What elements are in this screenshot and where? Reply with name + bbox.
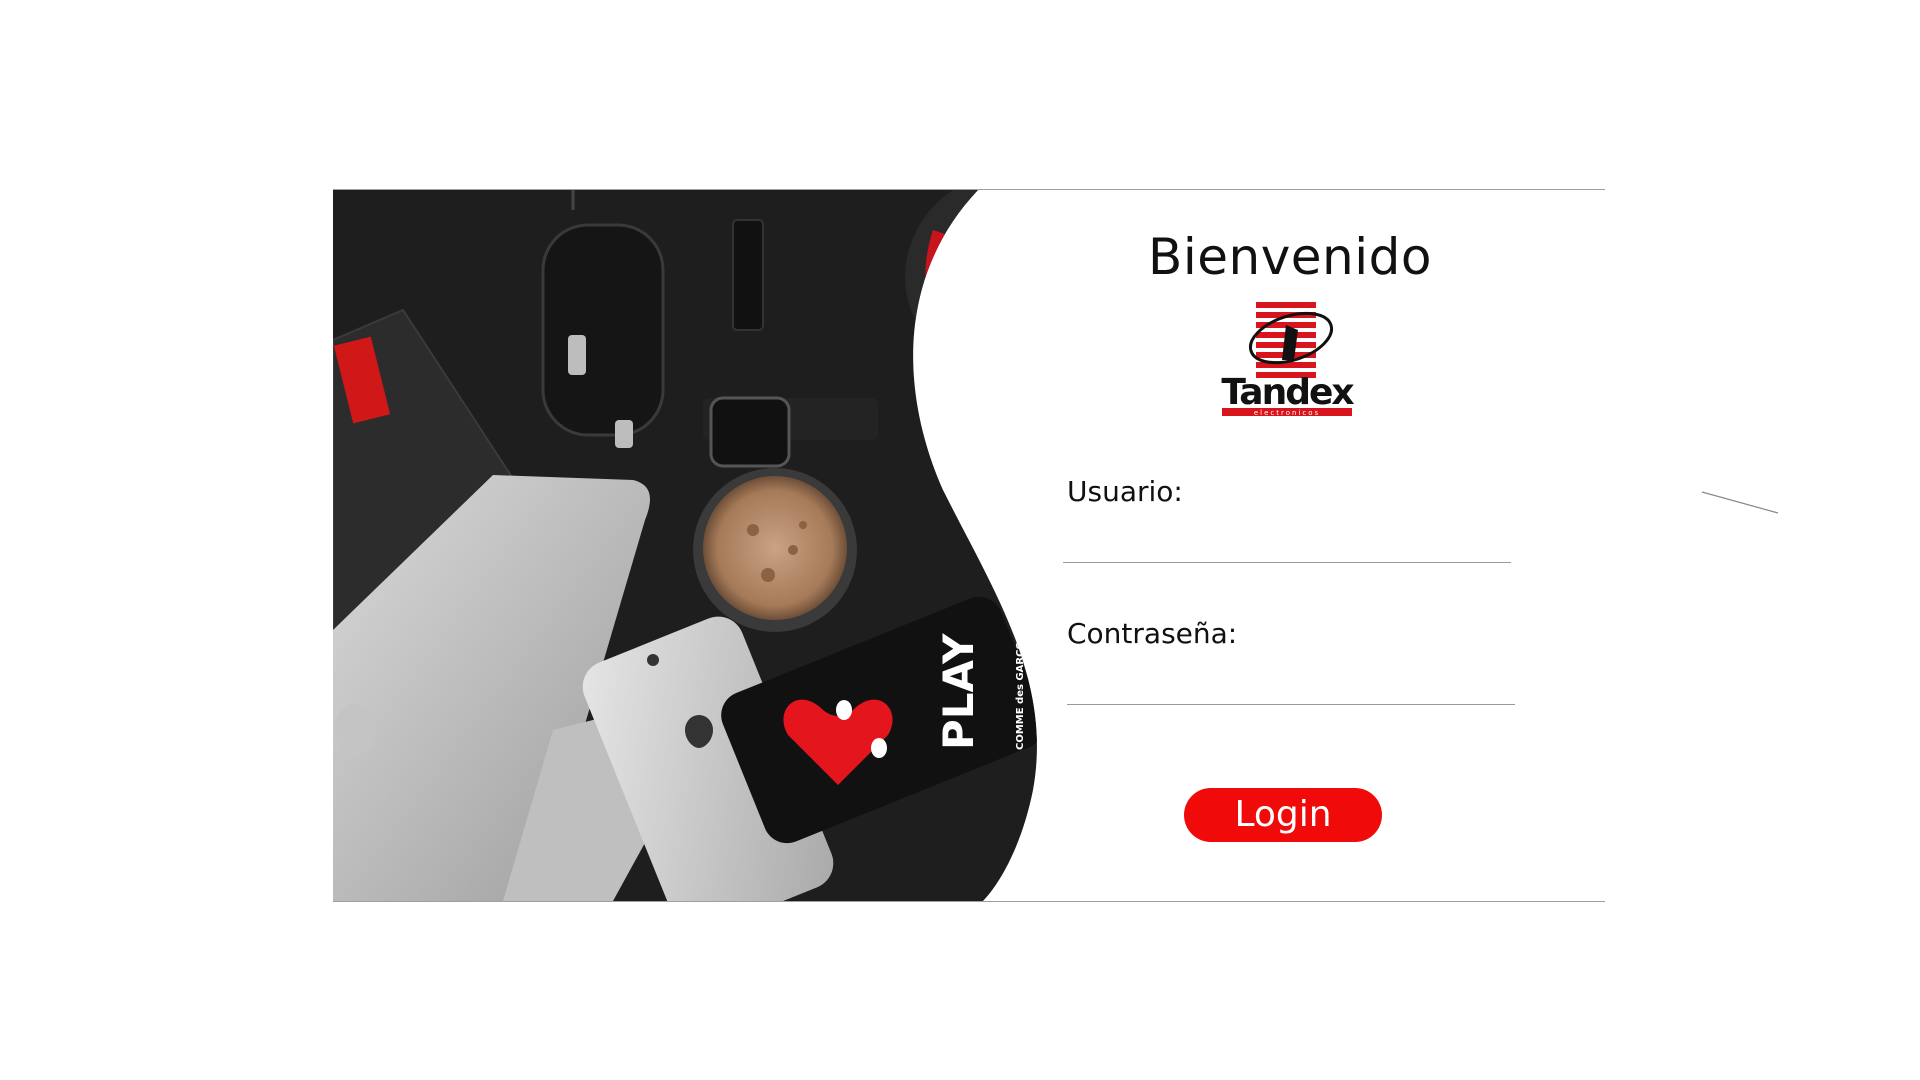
username-label: Usuario: [1067,475,1183,508]
hero-photo: PLAY COMME des GARCONS [333,190,1043,901]
phone-case-text: PLAY [934,633,983,750]
coffee-cup [693,468,857,632]
login-button[interactable]: Login [1184,788,1382,842]
login-screen: PLAY COMME des GARCONS Bienvenido Tandex… [0,0,1920,1080]
logo-tagline-text: electronicos [1254,409,1320,417]
logo-brand-text: Tandex [1221,372,1354,413]
welcome-title: Bienvenido [1148,228,1432,286]
password-label: Contraseña: [1067,617,1238,650]
decorative-line [1701,491,1779,514]
username-input[interactable] [1063,522,1511,563]
tandex-logo: Tandex electronicos [1216,300,1358,422]
tandex-logo-graphic: Tandex electronicos [1221,302,1356,417]
usb-stick [732,219,764,331]
password-input[interactable] [1067,664,1515,705]
desk-photo-illustration: PLAY COMME des GARCONS [333,190,1037,901]
phone-case-subtext: COMME des GARCONS [1015,626,1026,751]
